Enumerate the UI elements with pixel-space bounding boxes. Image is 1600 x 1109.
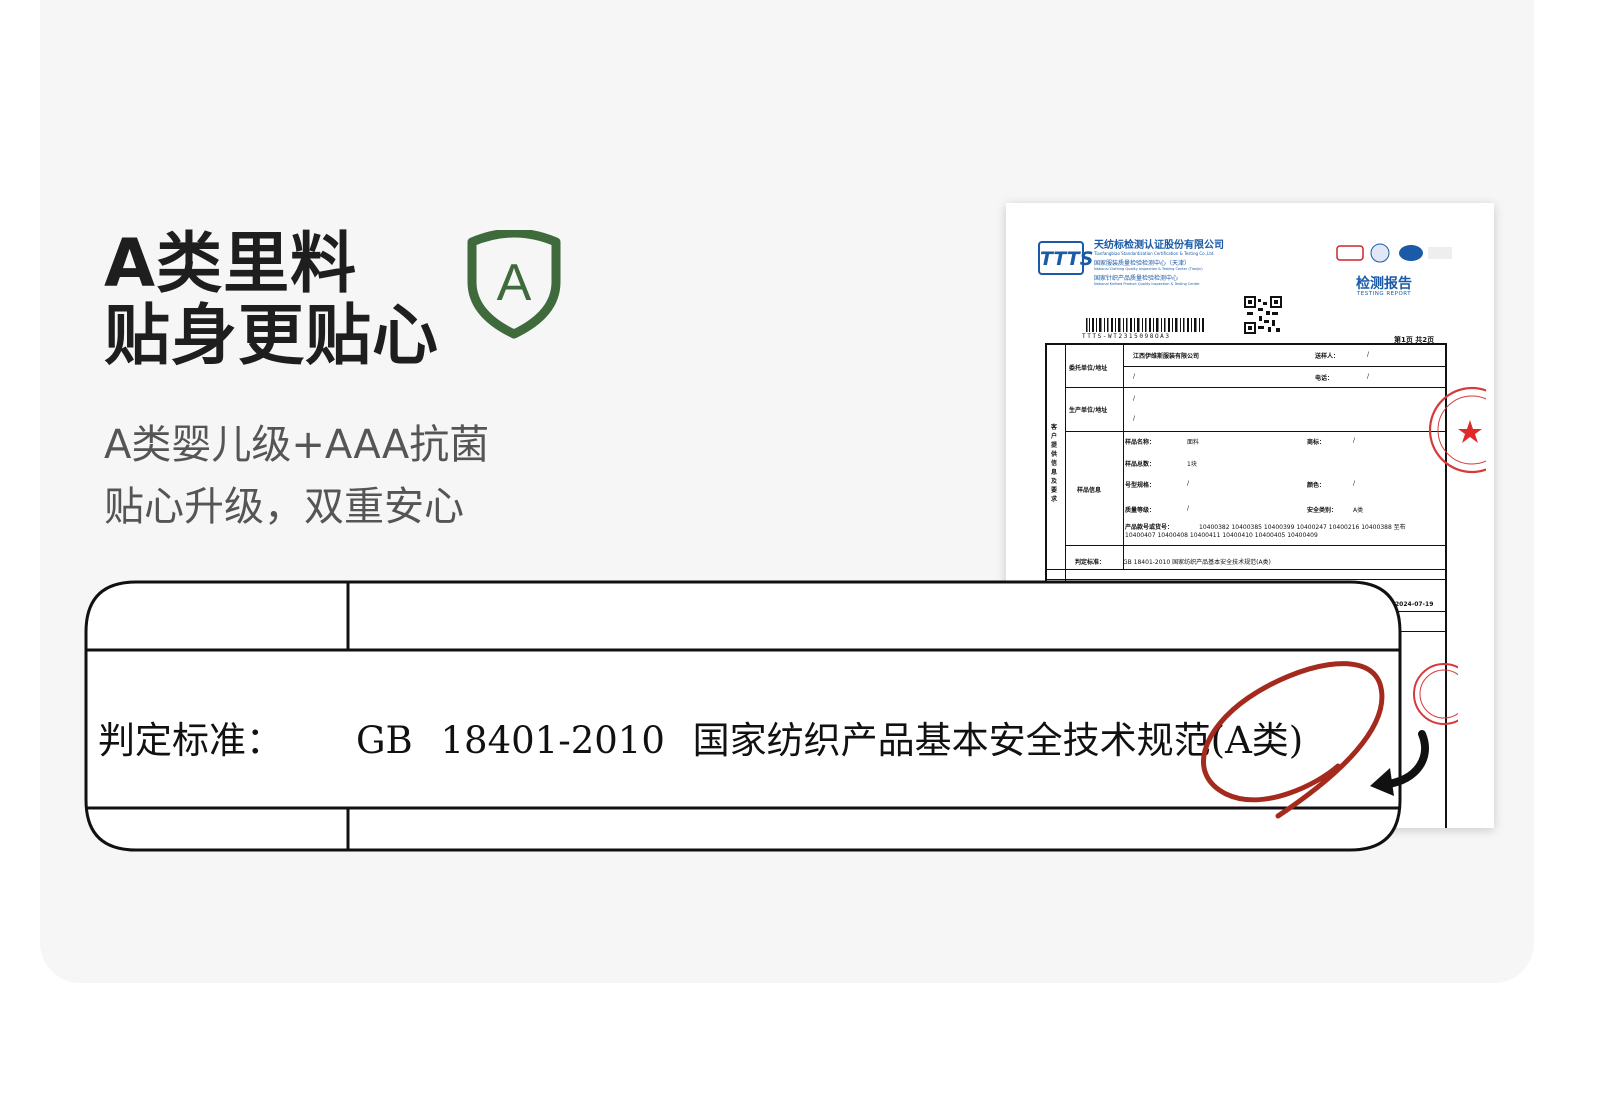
org-name: 天纺标检测认证股份有限公司 (1094, 240, 1224, 251)
subtitle-line-2: 贴心升级，双重安心 (104, 484, 464, 530)
red-seal-icon (1428, 386, 1486, 474)
org-sub2: 国家针织产品质量检验检测中心 (1094, 275, 1179, 282)
phone-label: 电话： (1315, 375, 1334, 382)
shield-a-icon: A (467, 230, 561, 339)
safety-value: A类 (1353, 507, 1364, 514)
grade-value: / (1187, 505, 1190, 512)
zoom-standard-label: 判定标准： (98, 719, 283, 762)
barcode-icon (1086, 318, 1204, 332)
highlight-circle-icon (1201, 661, 1385, 819)
producer-address: / (1133, 415, 1136, 422)
sampler-value: / (1367, 351, 1370, 358)
accreditation-marks-icon (1336, 243, 1452, 263)
producer-value: / (1133, 395, 1136, 402)
side-label: 客户提供信息及要求 (1051, 424, 1058, 503)
sample-name-value: 面料 (1187, 439, 1200, 446)
standard-label: 判定标准： (1075, 559, 1106, 566)
headline: A类里料 贴身更贴心 (104, 228, 439, 372)
sample-count-label: 样品总数： (1125, 461, 1156, 468)
model-value: / (1187, 480, 1190, 487)
report-title: 检测报告 (1356, 276, 1412, 292)
item-no-line-2: 10400407 10400408 10400411 10400410 1040… (1125, 532, 1318, 539)
red-seal-icon-2 (1413, 663, 1458, 725)
org-name-en: Tianfangbiao Standardization Certificati… (1094, 251, 1215, 256)
sample-info-label: 样品信息 (1077, 487, 1102, 494)
model-label: 号型规格： (1125, 482, 1156, 489)
sample-count-value: 1块 (1187, 461, 1197, 468)
curved-arrow-icon (1370, 730, 1429, 796)
shield-letter: A (497, 254, 532, 312)
client-label: 委托单位/地址 (1069, 365, 1108, 372)
safety-label: 安全类别： (1307, 507, 1338, 514)
subtitle-line-1: A类婴儿级+AAA抗菌 (104, 422, 490, 468)
sampler-label: 送样人： (1315, 353, 1340, 360)
org-sub2-en: National Knitted Product Quality Inspect… (1094, 282, 1200, 286)
report-title-en: TESTING REPORT (1356, 291, 1412, 297)
brand-value: / (1353, 437, 1356, 444)
qr-code-icon (1244, 296, 1282, 334)
org-block: 天纺标检测认证股份有限公司 Tianfangbiao Standardizati… (1094, 236, 1224, 286)
item-no-line-1: 10400382 10400385 10400399 10400247 1040… (1199, 524, 1406, 531)
brand-label: 商标： (1307, 439, 1326, 446)
standard-value: GB 18401-2010 国家纺织产品基本安全技术规范(A类) (1123, 559, 1271, 566)
org-sub1: 国家服装质量检验检测中心（天津） (1094, 260, 1191, 267)
item-no-label: 产品款号或货号： (1125, 524, 1174, 531)
headline-line-1: A类里料 (104, 225, 358, 302)
phone-value: / (1367, 373, 1370, 380)
sample-name-label: 样品名称： (1125, 439, 1156, 446)
zoom-standard-value: GB 18401-2010 国家纺织产品基本安全技术规范(A类) (356, 719, 1304, 762)
ttts-logo: TTTS (1038, 241, 1093, 275)
color-value: / (1353, 480, 1356, 487)
producer-label: 生产单位/地址 (1069, 407, 1108, 414)
color-label: 颜色： (1307, 482, 1326, 489)
client-value: 江西伊维斯服装有限公司 (1133, 353, 1200, 360)
grade-label: 质量等级： (1125, 507, 1156, 514)
report-number: TTTS-WT2315098OA3 (1082, 333, 1171, 340)
subtitle: A类婴儿级+AAA抗菌 贴心升级，双重安心 (104, 414, 489, 538)
client-address: / (1133, 373, 1136, 380)
headline-line-2: 贴身更贴心 (104, 297, 439, 374)
org-sub1-en: National Clothing Quality Inspection & T… (1094, 267, 1203, 271)
